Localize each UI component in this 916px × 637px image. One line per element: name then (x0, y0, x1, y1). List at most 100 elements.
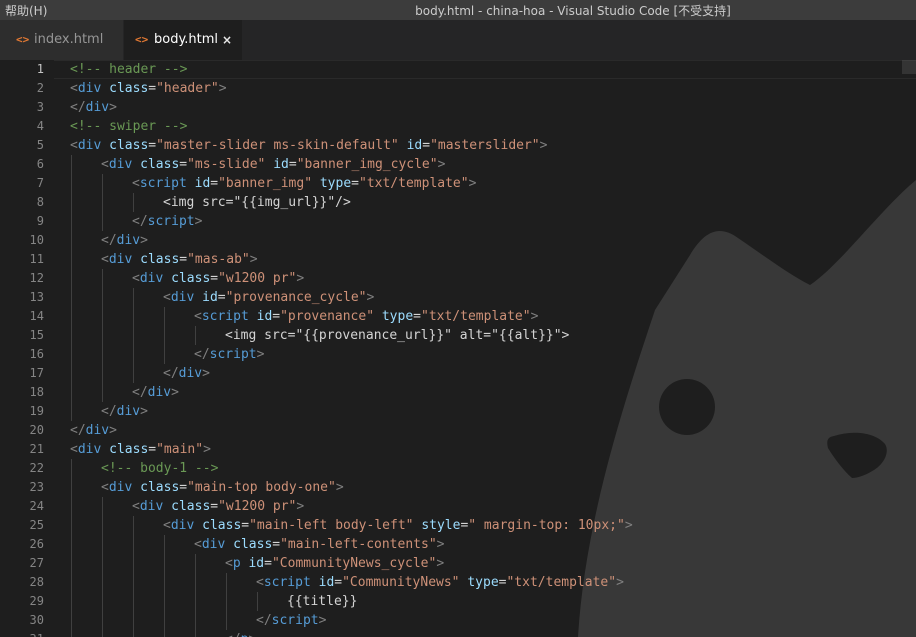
tab-index-html[interactable]: <> index.html (0, 20, 124, 60)
indent-guide (71, 174, 72, 193)
code-token: < (70, 442, 78, 457)
code-token: type (381, 309, 414, 324)
code-line[interactable]: <script id="banner_img" type="txt/templa… (132, 174, 476, 193)
code-line[interactable]: </div> (132, 383, 179, 402)
code-line[interactable]: <div class="main-left-contents"> (194, 535, 444, 554)
code-token: </ (256, 613, 272, 628)
code-token: class (140, 480, 180, 495)
code-token: "txt/template" (359, 176, 469, 191)
code-token: id (256, 309, 273, 324)
code-line[interactable]: <!-- header --> (70, 60, 187, 79)
indent-guide (195, 592, 196, 611)
code-line[interactable]: <img src="{{provenance_url}}" alt="{{alt… (225, 326, 569, 345)
cat-eye-shape (659, 379, 715, 435)
tab-body-html[interactable]: <> body.html × (124, 20, 242, 60)
indent-guide (133, 630, 134, 637)
code-token: class (202, 518, 242, 533)
code-token: id (194, 176, 211, 191)
code-line[interactable]: <!-- body-1 --> (101, 459, 218, 478)
code-token: < (194, 537, 202, 552)
code-token: div (170, 290, 195, 305)
line-number: 8 (36, 195, 44, 209)
code-token: "header" (156, 81, 219, 96)
code-line[interactable]: </div> (101, 402, 148, 421)
vertical-scrollbar[interactable] (902, 60, 916, 637)
code-line[interactable]: </div> (163, 364, 210, 383)
indent-guide (102, 364, 103, 383)
code-token: p (232, 556, 241, 571)
code-token: </ (225, 632, 241, 637)
indent-guide (102, 212, 103, 231)
code-token: <!-- header --> (70, 62, 188, 77)
code-token: > (140, 233, 148, 248)
code-line[interactable]: <!-- swiper --> (70, 117, 187, 136)
code-editor[interactable]: 1 2 3 4 5 6 7 8 9 10 11 12 13 14 15 16 17 18 19 20 21 22 23 24 2… (0, 60, 916, 637)
indent-guide (71, 155, 72, 174)
line-number: 26 (29, 537, 44, 551)
code-line[interactable]: <p id="CommunityNews_cycle"> (225, 554, 444, 573)
scrollbar-thumb[interactable] (902, 60, 916, 74)
code-line[interactable]: <img src="{{img_url}}"/> (163, 193, 351, 212)
code-token: id (273, 157, 289, 172)
indent-guide (195, 554, 196, 573)
close-icon[interactable]: × (222, 20, 232, 60)
indent-guide (71, 497, 72, 516)
code-line[interactable]: <div class="master-slider ms-skin-defaul… (70, 136, 547, 155)
code-token: <!-- body-1 --> (101, 461, 219, 476)
code-line[interactable]: <script id="provenance" type="txt/templa… (194, 307, 538, 326)
code-token: script (271, 613, 319, 628)
indent-guide (102, 174, 103, 193)
code-line[interactable]: </div> (101, 231, 148, 250)
line-number: 29 (29, 594, 44, 608)
indent-guide (102, 516, 103, 535)
tab-bar: <> index.html <> body.html × (0, 20, 916, 60)
code-line[interactable]: <script id="CommunityNews" type="txt/tem… (256, 573, 624, 592)
code-line[interactable]: <div class="w1200 pr"> (132, 497, 304, 516)
code-token: div (116, 233, 141, 248)
code-token: script (263, 575, 311, 590)
indent-guide (71, 345, 72, 364)
code-token: > (296, 271, 305, 286)
indent-guide (71, 193, 72, 212)
code-token: " margin-top: 10px;" (468, 518, 625, 533)
code-token: script (147, 214, 195, 229)
code-token: < (101, 157, 109, 172)
code-line[interactable]: <div class="ms-slide" id="banner_img_cyc… (101, 155, 445, 174)
code-line[interactable]: <div class="header"> (70, 79, 227, 98)
code-token: > (366, 290, 375, 305)
code-line[interactable]: <div class="main-left body-left" style="… (163, 516, 633, 535)
code-line[interactable]: </script> (132, 212, 202, 231)
code-line[interactable]: {{title}} (287, 592, 357, 611)
line-number: 25 (29, 518, 44, 532)
code-line[interactable]: <div id="provenance_cycle"> (163, 288, 374, 307)
code-token: < (225, 556, 233, 571)
indent-guide (133, 193, 134, 212)
indent-guide (195, 630, 196, 637)
code-token: "banner_img_cycle" (296, 157, 438, 172)
code-line[interactable]: <div class="w1200 pr"> (132, 269, 304, 288)
code-token: div (201, 537, 226, 552)
code-line[interactable]: <div class="mas-ab"> (101, 250, 258, 269)
code-token: <!-- swiper --> (70, 119, 188, 134)
line-number: 1 (36, 62, 44, 76)
code-token: div (139, 499, 164, 514)
code-line[interactable]: </p> (225, 630, 256, 637)
code-line[interactable]: </div> (70, 98, 117, 117)
code-token: "master-slider ms-skin-default" (156, 138, 399, 153)
indent-guide (102, 535, 103, 554)
code-line[interactable]: <div class="main"> (70, 440, 211, 459)
code-token: div (108, 157, 133, 172)
code-token: > (256, 347, 265, 362)
code-line[interactable]: </div> (70, 421, 117, 440)
code-line[interactable]: </script> (194, 345, 264, 364)
indent-guide (164, 535, 165, 554)
code-line[interactable]: </script> (256, 611, 326, 630)
code-token: = (413, 309, 421, 324)
code-line[interactable]: <div class="main-top body-one"> (101, 478, 344, 497)
code-token: > (109, 100, 117, 115)
code-token: > (624, 518, 633, 533)
